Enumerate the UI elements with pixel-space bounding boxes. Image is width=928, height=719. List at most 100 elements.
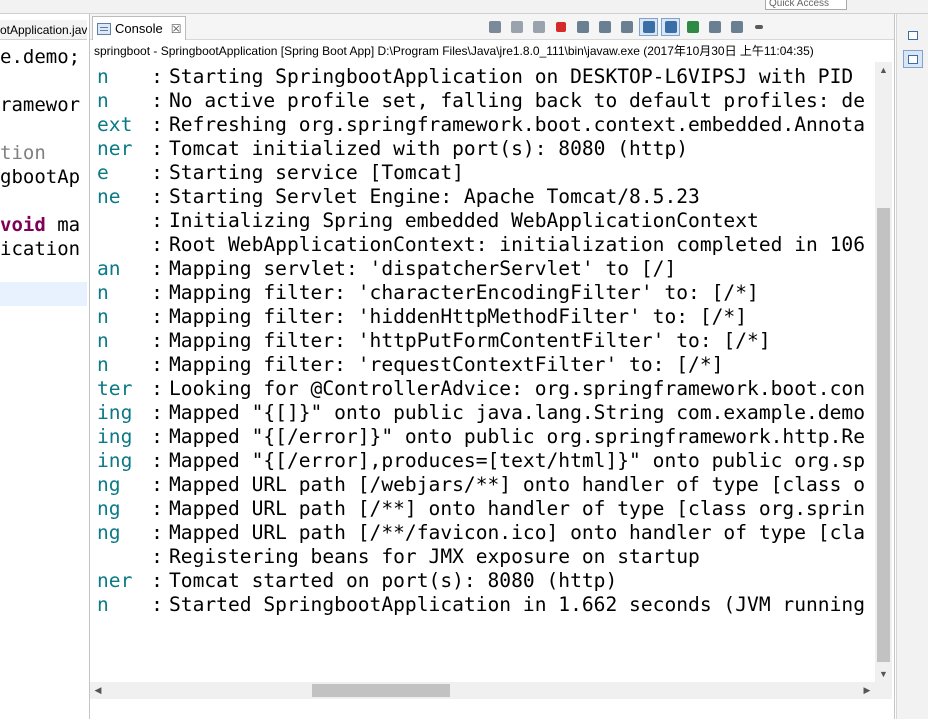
code-token: ma <box>45 214 81 236</box>
code-token: ramewor <box>0 94 81 116</box>
log-message: Mapping filter: 'httpPutFormContentFilte… <box>169 329 771 352</box>
horizontal-scroll-thumb[interactable] <box>312 684 450 697</box>
open-console-icon-glyph <box>730 21 743 33</box>
tab-console[interactable]: Console ☒ <box>92 16 186 40</box>
console-output[interactable]: n: Starting SpringbootApplication on DESK… <box>90 62 875 682</box>
display-selected-console-icon[interactable] <box>705 18 724 36</box>
show-on-stderr-icon[interactable] <box>661 18 680 36</box>
scroll-lock-icon[interactable] <box>595 18 614 36</box>
log-separator: : <box>151 521 163 544</box>
launch-description: springboot - SpringbootApplication [Spri… <box>94 44 814 58</box>
code-line: gbootAp <box>0 165 80 189</box>
remove-launch-icon-glyph <box>510 21 523 33</box>
scroll-up-arrow-icon[interactable]: ▲ <box>875 62 892 78</box>
log-source: ing <box>97 449 133 472</box>
current-line-highlight <box>0 282 87 306</box>
log-line: ng: Mapped URL path [/**/favicon.ico] ont… <box>97 521 865 545</box>
scroll-right-arrow-icon[interactable]: ▶ <box>859 682 875 699</box>
view-menu-icon[interactable] <box>749 18 768 36</box>
log-line: ng: Mapped URL path [/**] onto handler of… <box>97 497 865 521</box>
pin-console-icon[interactable] <box>485 18 504 36</box>
log-source: n <box>97 329 109 352</box>
terminate-icon[interactable] <box>551 18 570 36</box>
log-line: n: Mapping filter: 'characterEncodingFilt… <box>97 281 759 305</box>
log-message: Looking for @ControllerAdvice: org.sprin… <box>169 377 865 400</box>
log-message: Refreshing org.springframework.boot.cont… <box>169 113 865 136</box>
remove-all-terminated-icon[interactable] <box>529 18 548 36</box>
log-line: an: Mapping servlet: 'dispatcherServlet' … <box>97 257 676 281</box>
log-source: ner <box>97 569 133 592</box>
editor-tab[interactable]: otApplication.jav <box>0 20 87 40</box>
console-trim-icon[interactable] <box>903 50 923 68</box>
log-message: Starting Servlet Engine: Apache Tomcat/8… <box>169 185 700 208</box>
log-line: n: Mapping filter: 'httpPutFormContentFil… <box>97 329 771 353</box>
log-source: ner <box>97 137 133 160</box>
console-view: Console ☒ springboot - SpringbootApplica… <box>89 14 895 719</box>
clear-console-icon-glyph <box>576 21 589 33</box>
close-icon[interactable]: ☒ <box>171 22 182 36</box>
console-tab-label: Console <box>115 21 163 36</box>
code-token: void <box>0 214 46 236</box>
pin-console-icon-glyph <box>488 21 501 33</box>
log-source: ng <box>97 497 121 520</box>
log-message: No active profile set, falling back to d… <box>169 89 865 112</box>
log-line: n: Starting SpringbootApplication on DESK… <box>97 65 853 89</box>
log-message: Starting service [Tomcat] <box>169 161 464 184</box>
log-source: ng <box>97 521 121 544</box>
log-message: Registering beans for JMX exposure on st… <box>169 545 700 568</box>
log-separator: : <box>151 305 163 328</box>
log-source: n <box>97 89 109 112</box>
log-line: : Registering beans for JMX exposure on s… <box>97 545 700 569</box>
console-trim-icon-glyph <box>908 55 918 64</box>
show-on-stdout-icon[interactable] <box>639 18 658 36</box>
code-line: e.demo; <box>0 45 80 69</box>
console-toolbar <box>485 18 768 36</box>
scroll-down-arrow-icon[interactable]: ▼ <box>875 666 892 682</box>
log-source: e <box>97 161 109 184</box>
open-console-icon[interactable] <box>727 18 746 36</box>
log-separator: : <box>151 89 163 112</box>
log-line: ing: Mapped "{[/error]}" onto public org.… <box>97 425 865 449</box>
log-message: Mapping filter: 'characterEncodingFilter… <box>169 281 759 304</box>
restore-icon[interactable] <box>903 26 923 44</box>
log-separator: : <box>151 473 163 496</box>
log-message: Mapped URL path [/**/favicon.ico] onto h… <box>169 521 865 544</box>
log-source: ext <box>97 113 133 136</box>
log-separator: : <box>151 113 163 136</box>
log-line: ing: Mapped "{[/error],produces=[text/htm… <box>97 449 865 473</box>
horizontal-scrollbar[interactable]: ◀ ▶ <box>90 682 875 699</box>
scroll-left-arrow-icon[interactable]: ◀ <box>90 682 106 699</box>
log-separator: : <box>151 569 163 592</box>
log-line: n: Started SpringbootApplication in 1.662… <box>97 593 865 617</box>
log-separator: : <box>151 425 163 448</box>
remove-all-terminated-icon-glyph <box>532 21 545 33</box>
remove-launch-icon[interactable] <box>507 18 526 36</box>
pin-icon[interactable] <box>683 18 702 36</box>
log-line: n: Mapping filter: 'requestContextFilter'… <box>97 353 723 377</box>
log-message: Mapped URL path [/webjars/**] onto handl… <box>169 473 865 496</box>
word-wrap-icon-glyph <box>620 21 633 33</box>
log-message: Tomcat initialized with port(s): 8080 (h… <box>169 137 689 160</box>
log-message: Mapped URL path [/**] onto handler of ty… <box>169 497 865 520</box>
log-message: Mapped "{[/error],produces=[text/html]}"… <box>169 449 865 472</box>
log-separator: : <box>151 449 163 472</box>
clear-console-icon[interactable] <box>573 18 592 36</box>
log-source: ng <box>97 473 121 496</box>
log-separator: : <box>151 377 163 400</box>
log-source: an <box>97 257 121 280</box>
terminate-icon-glyph <box>555 22 566 32</box>
log-message: Mapped "{[/error]}" onto public org.spri… <box>169 425 865 448</box>
show-on-stderr-icon-glyph <box>664 21 677 33</box>
log-source: n <box>97 305 109 328</box>
word-wrap-icon[interactable] <box>617 18 636 36</box>
log-message: Mapping servlet: 'dispatcherServlet' to … <box>169 257 677 280</box>
log-separator: : <box>151 233 163 256</box>
console-icon <box>97 22 111 35</box>
vertical-scroll-thumb[interactable] <box>877 208 890 662</box>
log-line: ter: Looking for @ControllerAdvice: org.s… <box>97 377 865 401</box>
quick-access-input[interactable]: Quick Access <box>765 0 847 10</box>
show-on-stdout-icon-glyph <box>642 21 655 33</box>
log-message: Root WebApplicationContext: initializati… <box>169 233 865 256</box>
vertical-scrollbar[interactable]: ▲ ▼ <box>875 62 892 682</box>
log-separator: : <box>151 401 163 424</box>
